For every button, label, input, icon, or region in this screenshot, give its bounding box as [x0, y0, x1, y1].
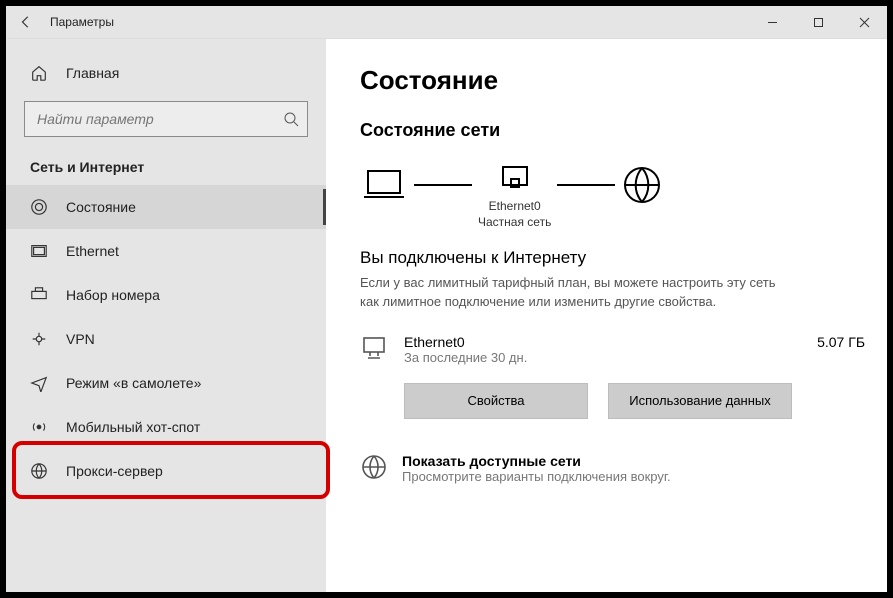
home-icon: [30, 64, 48, 82]
globe-icon: [621, 164, 663, 206]
ethernet-icon: [30, 242, 48, 260]
available-networks-title: Показать доступные сети: [402, 453, 671, 469]
minimize-icon: [767, 17, 778, 28]
sidebar-item-proxy[interactable]: Прокси-сервер: [6, 449, 326, 493]
properties-button[interactable]: Свойства: [404, 383, 588, 419]
window-controls: [749, 6, 887, 38]
airplane-icon: [30, 374, 48, 392]
settings-window: Параметры Главная Сеть и Интернет Состоя…: [0, 0, 893, 598]
usage-row: Ethernet0 За последние 30 дн. 5.07 ГБ: [360, 334, 865, 365]
sidebar-home[interactable]: Главная: [6, 51, 326, 95]
available-networks-row[interactable]: Показать доступные сети Просмотрите вари…: [360, 453, 865, 484]
sidebar-item-label: Режим «в самолете»: [66, 375, 201, 391]
sidebar-item-label: Прокси-сервер: [66, 463, 163, 479]
search-box[interactable]: [24, 101, 308, 137]
hotspot-icon: [30, 418, 48, 436]
close-button[interactable]: [841, 6, 887, 38]
sidebar-item-hotspot[interactable]: Мобильный хот-спот: [6, 405, 326, 449]
sidebar-item-vpn[interactable]: VPN: [6, 317, 326, 361]
ethernet-port-icon: [497, 159, 533, 195]
selection-indicator: [323, 189, 326, 225]
laptop-icon: [360, 167, 408, 203]
connection-status-title: Вы подключены к Интернету: [360, 248, 865, 268]
usage-adapter-name: Ethernet0: [404, 334, 527, 350]
sidebar-home-label: Главная: [66, 65, 119, 81]
close-icon: [859, 17, 870, 28]
maximize-icon: [813, 17, 824, 28]
data-usage-button[interactable]: Использование данных: [608, 383, 792, 419]
available-networks-sub: Просмотрите варианты подключения вокруг.: [402, 469, 671, 484]
globe-icon: [360, 453, 388, 481]
device-node: [360, 167, 408, 223]
window-title: Параметры: [50, 15, 114, 29]
connection-status-desc: Если у вас лимитный тарифный план, вы мо…: [360, 274, 790, 312]
sidebar-item-label: Мобильный хот-спот: [66, 419, 200, 435]
diagram-connector: [557, 184, 615, 186]
sidebar-item-dialup[interactable]: Набор номера: [6, 273, 326, 317]
vpn-icon: [30, 330, 48, 348]
back-button[interactable]: [6, 6, 46, 38]
sidebar-item-label: VPN: [66, 331, 95, 347]
status-icon: [30, 198, 48, 216]
sidebar-item-label: Ethernet: [66, 243, 119, 259]
page-title: Состояние: [360, 65, 865, 96]
titlebar: Параметры: [6, 6, 887, 39]
minimize-button[interactable]: [749, 6, 795, 38]
usage-period: За последние 30 дн.: [404, 350, 527, 365]
search-input[interactable]: [35, 110, 283, 128]
sidebar-item-label: Состояние: [66, 199, 136, 215]
proxy-icon: [30, 462, 48, 480]
maximize-button[interactable]: [795, 6, 841, 38]
dialup-icon: [30, 286, 48, 304]
sidebar-item-label: Набор номера: [66, 287, 160, 303]
sidebar-item-airplane[interactable]: Режим «в самолете»: [6, 361, 326, 405]
sidebar-group-header: Сеть и Интернет: [6, 151, 326, 185]
adapter-node: Ethernet0 Частная сеть: [478, 159, 551, 230]
content-area: Состояние Состояние сети Ethernet0 Частна…: [326, 39, 887, 592]
search-icon: [283, 111, 299, 127]
adapter-small-icon: [360, 334, 390, 365]
arrow-left-icon: [19, 15, 33, 29]
adapter-profile: Частная сеть: [478, 215, 551, 229]
adapter-name: Ethernet0: [489, 199, 541, 213]
usage-amount: 5.07 ГБ: [817, 334, 865, 350]
sidebar-item-status[interactable]: Состояние: [6, 185, 326, 229]
sidebar-item-ethernet[interactable]: Ethernet: [6, 229, 326, 273]
network-diagram: Ethernet0 Частная сеть: [360, 159, 865, 230]
button-row: Свойства Использование данных: [404, 383, 865, 419]
section-title: Состояние сети: [360, 120, 865, 141]
diagram-connector: [414, 184, 472, 186]
sidebar: Главная Сеть и Интернет Состояние Ethern…: [6, 39, 326, 592]
internet-node: [621, 164, 663, 226]
